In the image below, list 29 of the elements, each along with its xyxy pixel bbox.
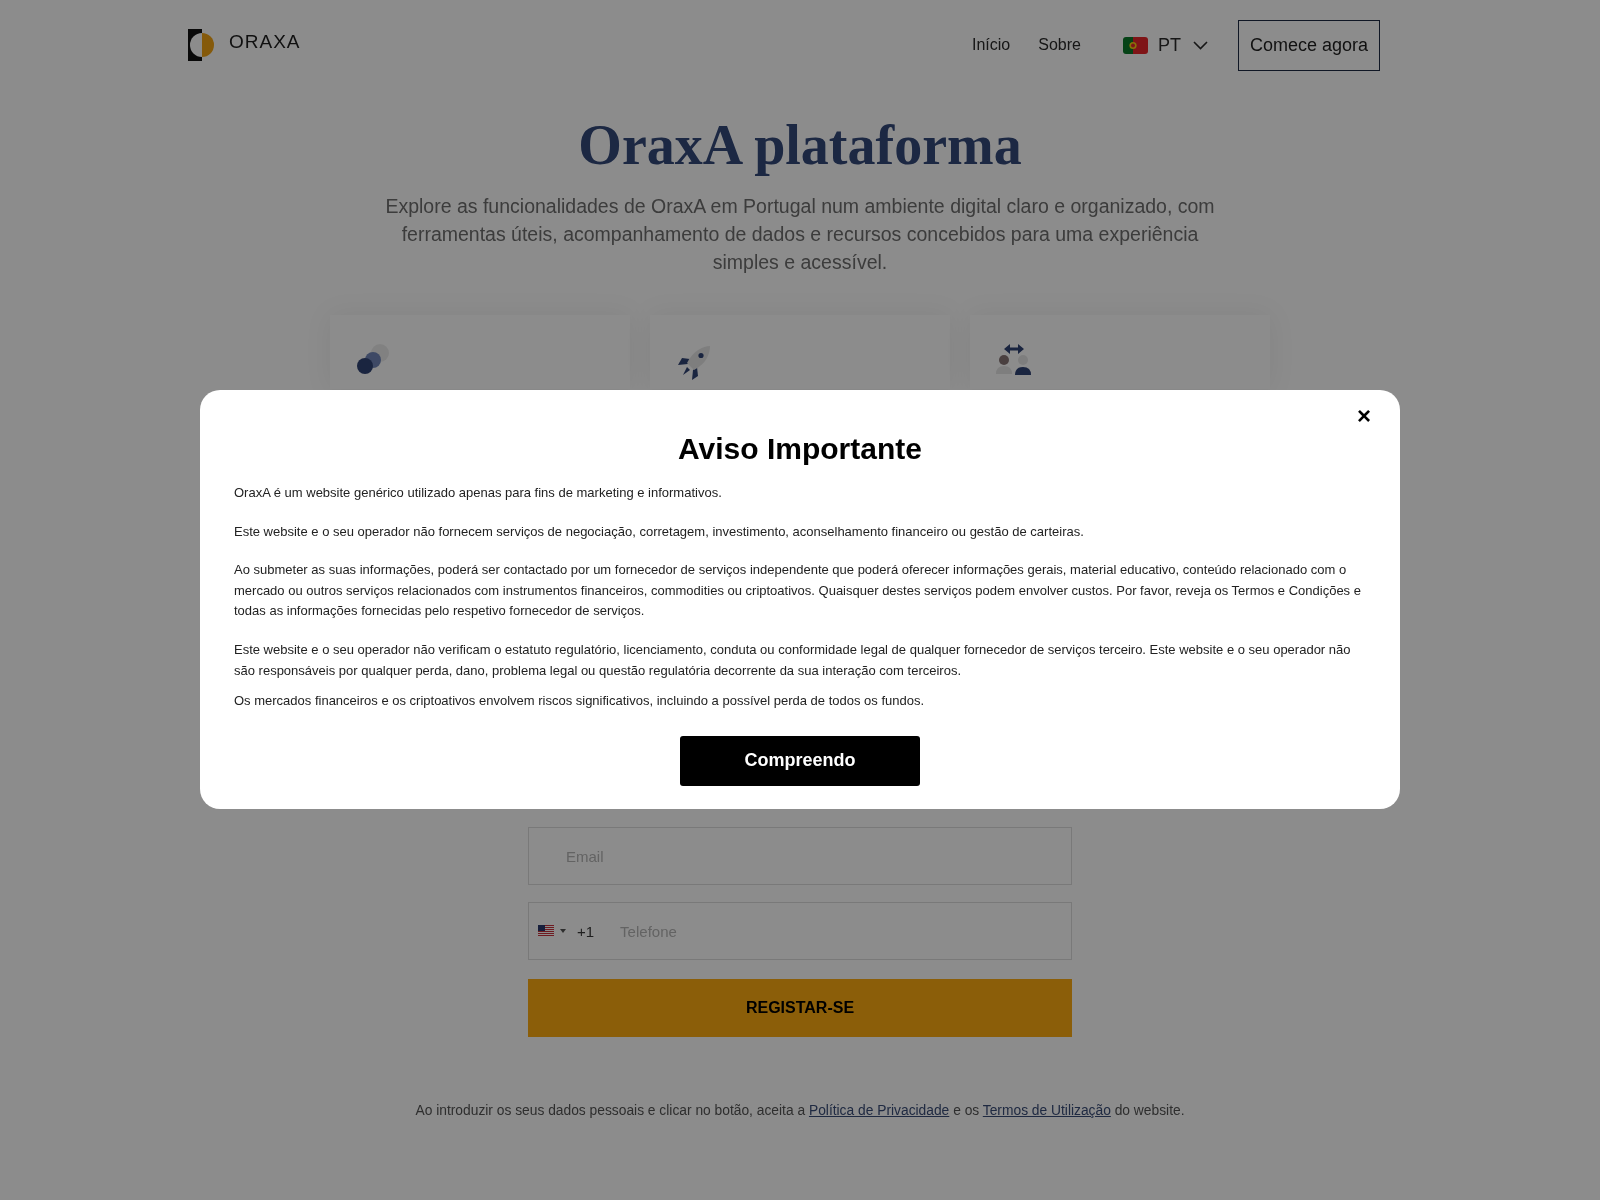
- country-dropdown[interactable]: [538, 925, 566, 937]
- dialog-title: Aviso Importante: [677, 432, 923, 466]
- hero-subtitle: Explore as funcionalidades de OraxA em Portugal num ambiente digital claro e organizado, com ferramentas úteis, acompanhamento de dados e recursos concebidos para uma experiência simples e acessível.: [384, 194, 1216, 275]
- hero-title: OraxA plataforma: [578, 113, 1022, 178]
- caret-icon: [560, 929, 566, 933]
- people-exchange-icon: [996, 343, 1032, 375]
- notice-paragraph: Ao submeter as suas informações, poderá ser contactado por um fornecedor de serviços independente que poderá oferecer informações gerais, material educativo, conteúdo relacionado com o mercado ou outros serviços relacionados com instrumentos financeiros, commodities ou criptoativos. Quaisquer destes serviços podem envolver custos. Por favor, reveja os Termos e Condições e todas as informações fornecidas pelo respetivo fornecedor de serviços.: [234, 561, 1362, 621]
- notice-paragraph: Este website e o seu operador não verificam o estatuto regulatório, licenciamento, conduta ou conformidade legal de qualquer fornecedor de serviços terceiro. Este website e o seu operador não são responsáveis por qualquer perda, dano, problema legal ou questão regulatória decorrente da sua interação com terceiros.: [234, 640, 1352, 680]
- flag-icon: [538, 925, 554, 937]
- notice-paragraph: OraxA é um website genérico utilizado apenas para fins de marketing e informativos.: [234, 484, 723, 502]
- dial-code: +1: [577, 922, 595, 940]
- logo-text: ORAXA: [229, 31, 301, 53]
- logo-icon: [188, 29, 215, 61]
- nav-link[interactable]: Sobre: [1038, 36, 1081, 54]
- language-selector[interactable]: PT: [1122, 34, 1208, 56]
- nav-link[interactable]: Início: [971, 36, 1011, 54]
- consent-text: Ao introduzir os seus dados pessoais e clicar no botão, aceita a Política de Privacidade e os Termos de Utilização do website.: [415, 1102, 1185, 1120]
- rocket-icon: [676, 343, 712, 381]
- register-button[interactable]: REGISTAR-SE: [528, 979, 1072, 1037]
- close-button[interactable]: ×: [1356, 404, 1372, 428]
- legal-link[interactable]: Política de Privacidade: [808, 1103, 950, 1118]
- notice-paragraph: Este website e o seu operador não fornecem serviços de negociação, corretagem, investimento, aconselhamento financeiro ou gestão de carteiras.: [234, 522, 1085, 541]
- start-button[interactable]: Comece agora: [1237, 19, 1380, 71]
- chevron-down-icon: [1192, 40, 1208, 50]
- confirm-button[interactable]: Compreendo: [680, 735, 920, 786]
- notice-paragraph: Os mercados financeiros e os criptoativos envolvem riscos significativos, incluindo a possível perda de todos os fundos.: [234, 692, 926, 711]
- flag-icon: [1122, 36, 1148, 54]
- legal-link[interactable]: Termos de Utilização: [982, 1103, 1111, 1118]
- overlapping-circles-icon: [356, 343, 390, 375]
